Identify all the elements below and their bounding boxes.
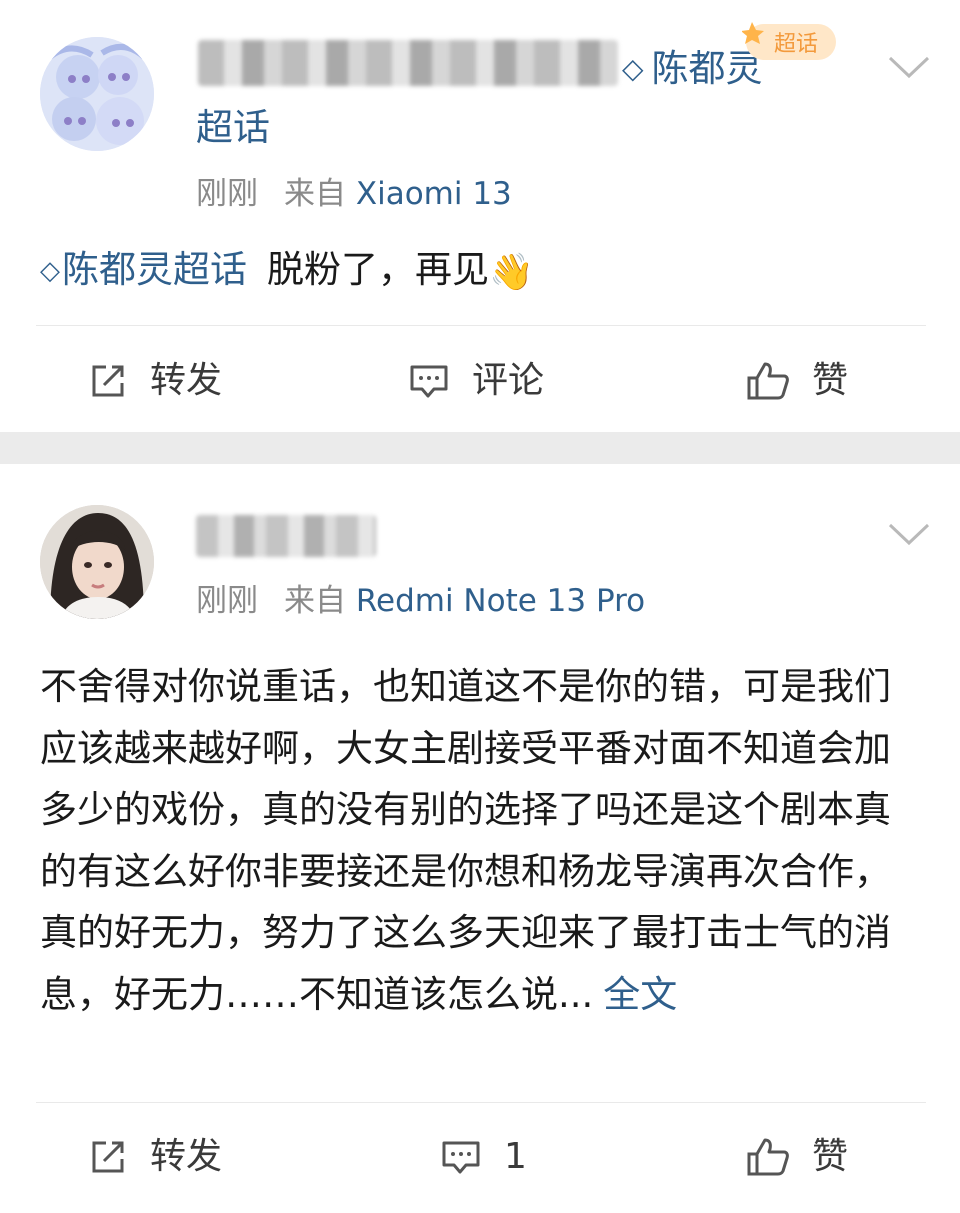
like-label: 赞 [812,360,849,401]
post-body: 不舍得对你说重话，也知道这不是你的错，可是我们应该越来越好啊，大女主剧接受平番对… [40,656,910,1025]
chevron-down-icon[interactable] [886,52,932,82]
diamond-icon: ◇ [622,52,644,85]
chevron-down-icon[interactable] [886,519,932,549]
post-meta: 刚刚 来自 Redmi Note 13 Pro [196,581,645,621]
diamond-icon: ◇ [40,256,60,286]
topic-tag-label: 陈都灵超话 [62,248,247,291]
repost-label: 转发 [150,1136,223,1177]
repost-label: 转发 [150,360,223,401]
post-body-text: 脱粉了，再见 [267,248,489,291]
divider [36,1102,926,1103]
post-from-label: 来自 [284,583,346,619]
like-icon [747,362,789,400]
post-body-text: 不舍得对你说重话，也知道这不是你的错，可是我们应该越来越好啊，大女主剧接受平番对… [40,665,891,1016]
like-label: 赞 [812,1136,849,1177]
like-button[interactable]: 赞 [746,358,848,404]
svg-text:超话: 超话 [774,32,818,57]
post-time: 刚刚 [196,176,258,212]
comment-label: 评论 [472,360,545,401]
repost-icon [92,365,124,397]
post-card-1: ◇ 陈都灵 超话 超话 刚刚 来自 Xiaomi 13 ◇陈都灵超话 脱粉了，再见👋 … [0,0,960,432]
post-body: ◇陈都灵超话 脱粉了，再见👋 [40,246,534,297]
feed-separator [0,432,960,464]
comment-icon [410,365,448,398]
wave-emoji-icon: 👋 [489,252,534,293]
repost-icon [92,1141,124,1173]
expand-full-text-link[interactable]: 全文 [603,973,677,1016]
post-from-label: 来自 [284,176,346,212]
repost-button[interactable]: 转发 [88,1134,222,1180]
repost-button[interactable]: 转发 [88,358,222,404]
comment-button[interactable]: 1 [440,1134,527,1180]
divider [36,325,926,326]
topic-tag[interactable]: ◇陈都灵超话 [40,248,247,291]
comment-icon [442,1141,480,1174]
comment-count: 1 [504,1136,527,1177]
like-button[interactable]: 赞 [746,1134,848,1180]
post-time: 刚刚 [196,583,258,619]
comment-button[interactable]: 评论 [408,358,544,404]
avatar-user-1[interactable] [40,37,154,151]
blurred-username[interactable] [198,40,618,86]
blurred-username[interactable] [196,515,376,557]
like-icon [747,1138,789,1176]
topic-suffix[interactable]: 超话 [196,104,270,152]
chaohua-badge: 超话 [741,18,840,64]
avatar-user-2[interactable] [40,505,154,619]
post-device[interactable]: Xiaomi 13 [356,176,512,212]
post-device[interactable]: Redmi Note 13 Pro [356,583,645,619]
post-meta: 刚刚 来自 Xiaomi 13 [196,174,512,214]
